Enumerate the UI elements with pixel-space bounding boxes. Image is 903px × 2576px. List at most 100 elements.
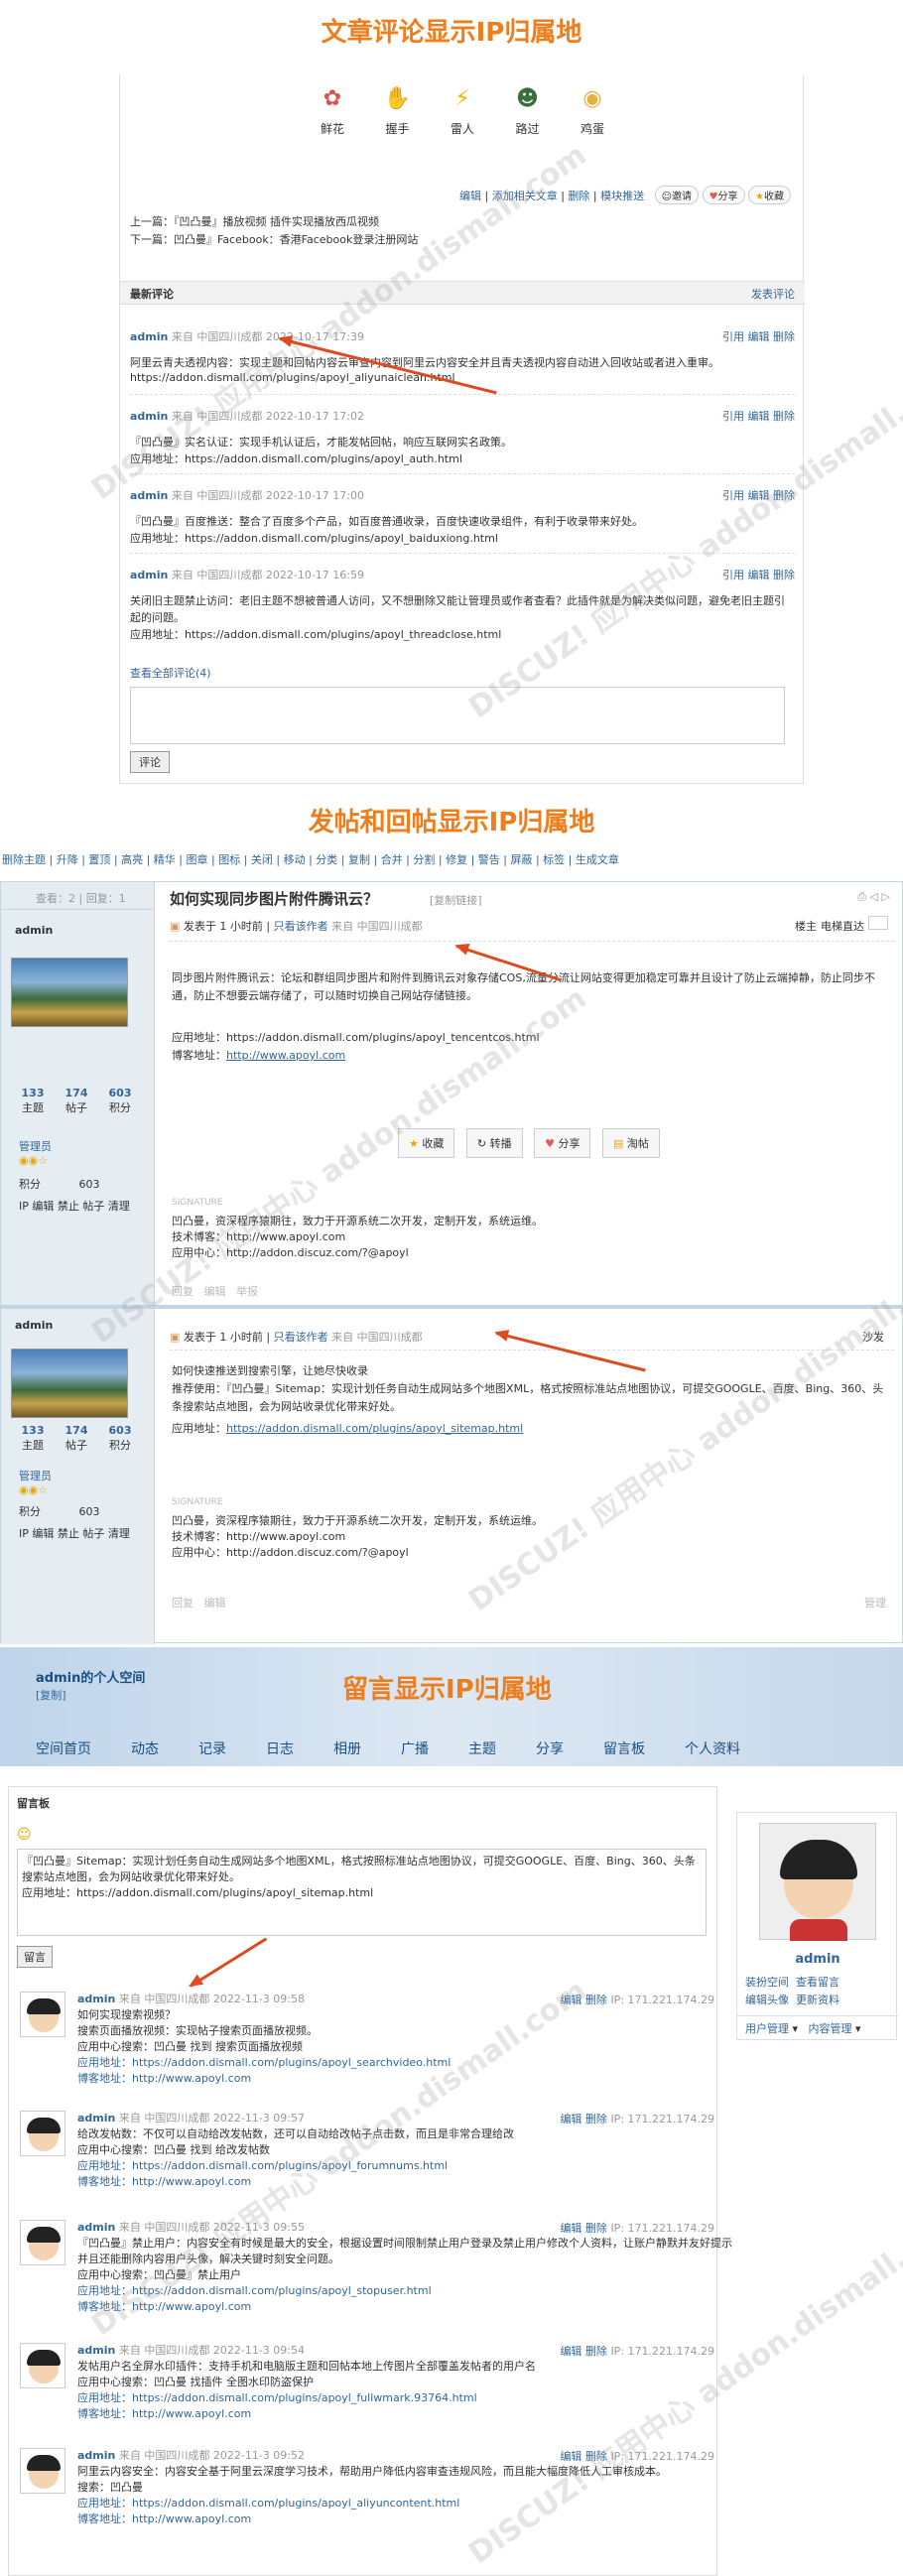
message-link[interactable]: 应用地址：https://addon.dismall.com/plugins/a… (77, 2158, 732, 2174)
comment-ops[interactable]: 引用 编辑 删除 (722, 487, 795, 503)
message-link[interactable]: 博客地址：http://www.apoyl.com (77, 2071, 732, 2087)
profile-name[interactable]: admin (737, 1952, 898, 1967)
admin-actions[interactable]: IP 编辑 禁止 帖子 清理 (19, 1198, 130, 1214)
avatar[interactable] (20, 2448, 65, 2494)
nav-album[interactable]: 相册 (333, 1739, 361, 1758)
stat-value[interactable]: 174 (65, 1087, 88, 1099)
avatar[interactable] (11, 1349, 128, 1418)
message-link[interactable]: 应用地址：https://addon.dismall.com/plugins/a… (77, 2055, 732, 2071)
favorite-button[interactable]: ★ 收藏 (398, 1128, 455, 1158)
view-messages-link[interactable]: 查看留言 (796, 1976, 839, 1989)
reply-link[interactable]: 回复 (172, 1597, 194, 1610)
reply-link[interactable]: 回复 (172, 1285, 194, 1298)
message-user[interactable]: admin (77, 2112, 115, 2125)
update-profile-link[interactable]: 更新资料 (796, 1994, 839, 2006)
submit-message-button[interactable]: 留言 (17, 1946, 53, 1968)
stat-value[interactable]: 133 (22, 1424, 45, 1437)
comment-user[interactable]: admin (130, 489, 168, 502)
edit-avatar-link[interactable]: 编辑头像 (745, 1994, 789, 2006)
comment-url[interactable]: 应用地址：https://addon.dismall.com/plugins/a… (130, 451, 795, 466)
nav-share[interactable]: 分享 (536, 1739, 564, 1758)
message-user[interactable]: admin (77, 2221, 115, 2234)
nav-blog[interactable]: 日志 (266, 1739, 294, 1758)
edit-link[interactable]: 编辑 (459, 190, 481, 202)
report-link[interactable]: 举报 (236, 1285, 258, 1298)
moderation-toolbar[interactable]: 删除主题 | 升降 | 置顶 | 高亮 | 精华 | 图章 | 图标 | 关闭 … (0, 851, 903, 871)
nav-profile[interactable]: 个人资料 (685, 1739, 740, 1758)
share-button[interactable]: ♥ 分享 (534, 1128, 591, 1158)
reaction-pass[interactable]: ☻ 路过 (497, 84, 559, 137)
edit-link[interactable]: 编辑 (204, 1597, 226, 1610)
stat-value[interactable]: 133 (22, 1087, 45, 1099)
comment-textarea[interactable] (130, 687, 785, 744)
edit-delete-links[interactable]: 编辑 删除 (560, 2450, 607, 2463)
stat-value[interactable]: 603 (109, 1424, 132, 1437)
avatar[interactable] (759, 1823, 876, 1941)
favorite-button[interactable]: ★收藏 (748, 186, 791, 204)
comment-url[interactable]: 应用地址：https://addon.dismall.com/plugins/a… (130, 626, 795, 642)
reaction-lightning[interactable]: ⚡ 雷人 (432, 84, 493, 137)
prev-article-link[interactable]: 上一篇：『凹凸曼』播放视频 插件实现播放西瓜视频 (130, 213, 379, 229)
message-textarea[interactable]: 『凹凸曼』Sitemap：实现计划任务自动生成网站多个地图XML，格式按照标准站… (17, 1849, 707, 1936)
view-all-comments-link[interactable]: 查看全部评论(4) (130, 665, 211, 681)
message-link[interactable]: 博客地址：http://www.apoyl.com (77, 2512, 732, 2527)
share-button[interactable]: ♥分享 (702, 186, 745, 204)
comment-user[interactable]: admin (130, 569, 168, 581)
message-link[interactable]: 应用地址：https://addon.dismall.com/plugins/a… (77, 2283, 732, 2299)
message-link[interactable]: 博客地址：http://www.apoyl.com (77, 2299, 732, 2315)
invite-button[interactable]: ☺邀请 (654, 186, 700, 204)
post-comment-link[interactable]: 发表评论 (751, 286, 795, 302)
message-link[interactable]: 应用地址：https://addon.dismall.com/plugins/a… (77, 2496, 732, 2512)
add-related-link[interactable]: 添加相关文章 (492, 190, 558, 202)
manage-checkbox[interactable]: 管理 (864, 1595, 886, 1610)
avatar[interactable] (20, 1992, 65, 2037)
repost-button[interactable]: ↻ 转播 (465, 1128, 523, 1158)
nav-activity[interactable]: 动态 (131, 1739, 159, 1758)
user-manage-menu[interactable]: 用户管理 (745, 2022, 789, 2035)
nav-guestbook[interactable]: 留言板 (603, 1739, 645, 1758)
edit-delete-links[interactable]: 编辑 删除 (560, 2113, 607, 2125)
author-name[interactable]: admin (15, 1319, 53, 1332)
reaction-handshake[interactable]: ✋ 握手 (367, 84, 429, 137)
avatar[interactable] (20, 2220, 65, 2265)
comment-user[interactable]: admin (130, 410, 168, 423)
comment-url[interactable]: 应用地址：https://addon.dismall.com/plugins/a… (130, 530, 795, 546)
edit-delete-links[interactable]: 编辑 删除 (560, 2222, 607, 2235)
blog-link[interactable]: http://www.apoyl.com (226, 1049, 345, 1062)
decorate-space-link[interactable]: 装扮空间 (745, 1976, 789, 1989)
edit-delete-links[interactable]: 编辑 删除 (560, 2345, 607, 2358)
app-url[interactable]: 应用地址：https://addon.dismall.com/plugins/a… (172, 1029, 540, 1045)
taotie-button[interactable]: ▤ 淘帖 (601, 1128, 660, 1158)
reaction-egg[interactable]: ◉ 鸡蛋 (562, 84, 623, 137)
author-name[interactable]: admin (15, 924, 53, 937)
avatar[interactable] (20, 2111, 65, 2156)
message-user[interactable]: admin (77, 2344, 115, 2357)
comment-ops[interactable]: 引用 编辑 删除 (722, 567, 795, 582)
jump-to-floor[interactable]: 电梯直达 (821, 918, 864, 934)
content-manage-menu[interactable]: 内容管理 (809, 2022, 852, 2035)
only-author-link[interactable]: 只看该作者 (274, 920, 328, 933)
admin-actions[interactable]: IP 编辑 禁止 帖子 清理 (19, 1525, 130, 1541)
edit-delete-links[interactable]: 编辑 删除 (560, 1994, 607, 2006)
nav-home[interactable]: 空间首页 (36, 1739, 91, 1758)
stat-value[interactable]: 603 (109, 1087, 132, 1099)
avatar[interactable] (20, 2343, 65, 2388)
app-link[interactable]: https://addon.dismall.com/plugins/apoyl_… (226, 1422, 523, 1435)
nav-broadcast[interactable]: 广播 (401, 1739, 429, 1758)
comment-ops[interactable]: 引用 编辑 删除 (722, 328, 795, 344)
submit-comment-button[interactable]: 评论 (130, 751, 170, 773)
message-user[interactable]: admin (77, 2449, 115, 2462)
reaction-flower[interactable]: ✿ 鲜花 (302, 84, 363, 137)
module-push-link[interactable]: 模块推送 (600, 190, 644, 202)
copy-link[interactable]: [复制] (36, 1687, 66, 1703)
next-article-link[interactable]: 下一篇：凹凸曼』Facebook：香港Facebook登录注册网站 (130, 231, 418, 247)
nav-threads[interactable]: 主题 (468, 1739, 496, 1758)
edit-link[interactable]: 编辑 (204, 1285, 226, 1298)
floor-input[interactable] (868, 916, 888, 930)
message-link[interactable]: 博客地址：http://www.apoyl.com (77, 2174, 732, 2190)
comment-user[interactable]: admin (130, 330, 168, 343)
print-nav-icons[interactable]: ⎙ ◁ ▷ (857, 890, 890, 904)
comment-ops[interactable]: 引用 编辑 删除 (722, 408, 795, 424)
emoji-icon[interactable]: ☺ (17, 1827, 32, 1843)
avatar[interactable] (11, 958, 128, 1027)
